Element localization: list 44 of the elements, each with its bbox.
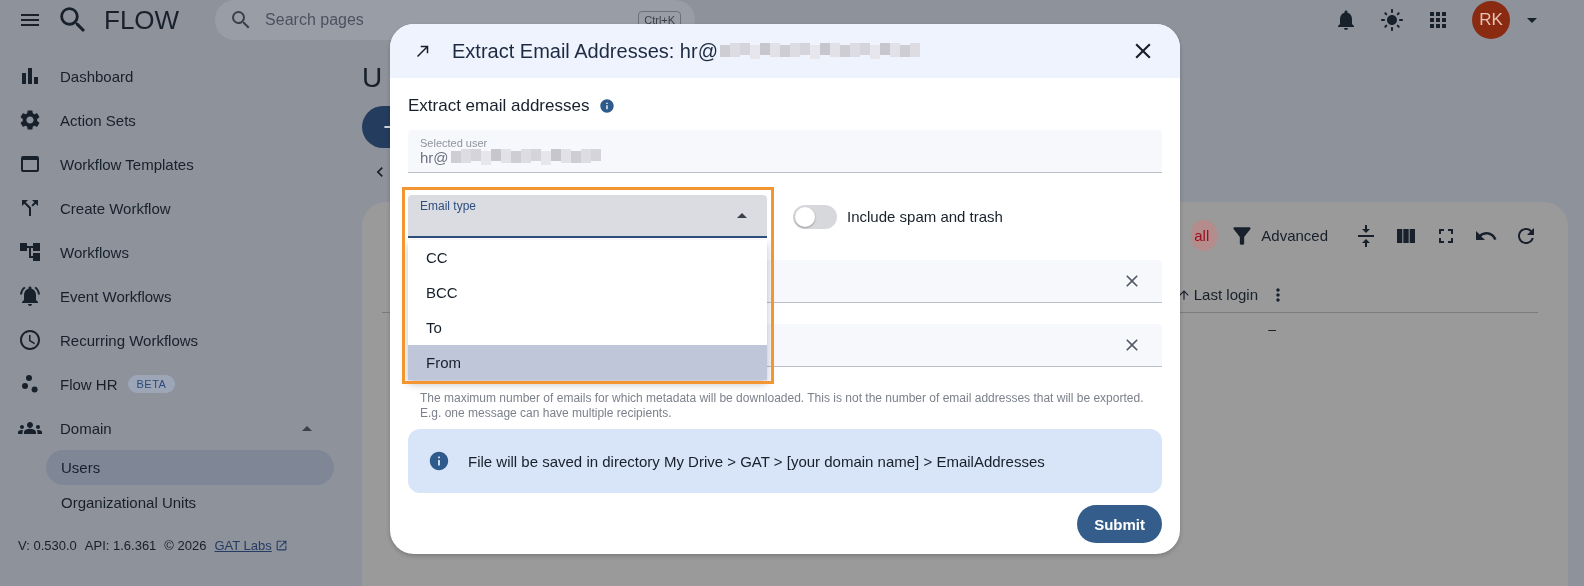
info-icon xyxy=(428,450,450,472)
column-header[interactable]: Last login xyxy=(1176,286,1258,303)
alarm-icon xyxy=(18,284,42,308)
version-text: V: 0.530.0 xyxy=(18,538,77,553)
copyright-text: © 2026 xyxy=(164,538,207,553)
sidebar-item[interactable]: Workflows xyxy=(0,230,350,274)
banner-text: File will be saved in directory My Drive > GAT > [your domain name] > EmailAddresses xyxy=(468,452,1045,470)
email-type-select[interactable]: Email type xyxy=(408,195,767,238)
sidebar-subitem[interactable]: Users xyxy=(46,450,334,485)
sidebar-item[interactable]: Create Workflow xyxy=(0,186,350,230)
filter-chip[interactable]: all xyxy=(1191,220,1218,251)
sidebar-item[interactable]: Event Workflows xyxy=(0,274,350,318)
beta-badge: BETA xyxy=(127,375,176,393)
external-link-icon xyxy=(274,539,288,552)
app-logo: FLOW xyxy=(104,4,180,36)
sidebar-item[interactable]: Recurring Workflows xyxy=(0,318,350,362)
sidebar-subitem[interactable]: Organizational Units xyxy=(46,485,334,520)
user-avatar[interactable]: RK xyxy=(1472,1,1510,39)
toggle-label: Include spam and trash xyxy=(847,208,1003,225)
dropdown-option[interactable]: From xyxy=(408,345,767,380)
toggle-switch[interactable] xyxy=(793,204,837,229)
sun-icon[interactable] xyxy=(1380,8,1404,32)
sidebar-item[interactable]: Domain xyxy=(0,406,350,450)
info-icon[interactable] xyxy=(599,98,616,114)
sidebar-item[interactable]: Action Sets xyxy=(0,98,350,142)
table-cell: – xyxy=(1268,321,1276,337)
sidebar-item[interactable]: Workflow Templates xyxy=(0,142,350,186)
advanced-filter-button[interactable]: Advanced xyxy=(1229,222,1328,249)
section-heading: Extract email addresses xyxy=(408,96,590,116)
clock-icon xyxy=(18,328,42,352)
sidebar-item[interactable]: Dashboard xyxy=(0,54,350,98)
page-title: U xyxy=(362,62,383,94)
helper-text: The maximum number of emails for which metadata will be downloaded. This is not the number of email addresses that will be exported. E.g. one message can have multiple recipients. xyxy=(419,390,1145,421)
dropdown-option[interactable]: To xyxy=(408,310,767,345)
hierarchy-icon xyxy=(18,240,42,264)
api-version-text: API: 1.6.361 xyxy=(84,538,157,553)
submit-button[interactable]: Submit xyxy=(1077,505,1162,543)
gear-icon xyxy=(18,108,42,132)
dropdown-option[interactable]: CC xyxy=(408,240,767,275)
dialog-title: Extract Email Addresses: hr@ xyxy=(452,39,920,63)
selected-user-field[interactable]: Selected user hr@ xyxy=(408,130,1162,173)
dropdown-option[interactable]: BCC xyxy=(408,275,767,310)
company-link[interactable]: GAT Labs xyxy=(214,538,288,553)
sidebar-item[interactable]: Flow HR BETA xyxy=(0,362,350,406)
